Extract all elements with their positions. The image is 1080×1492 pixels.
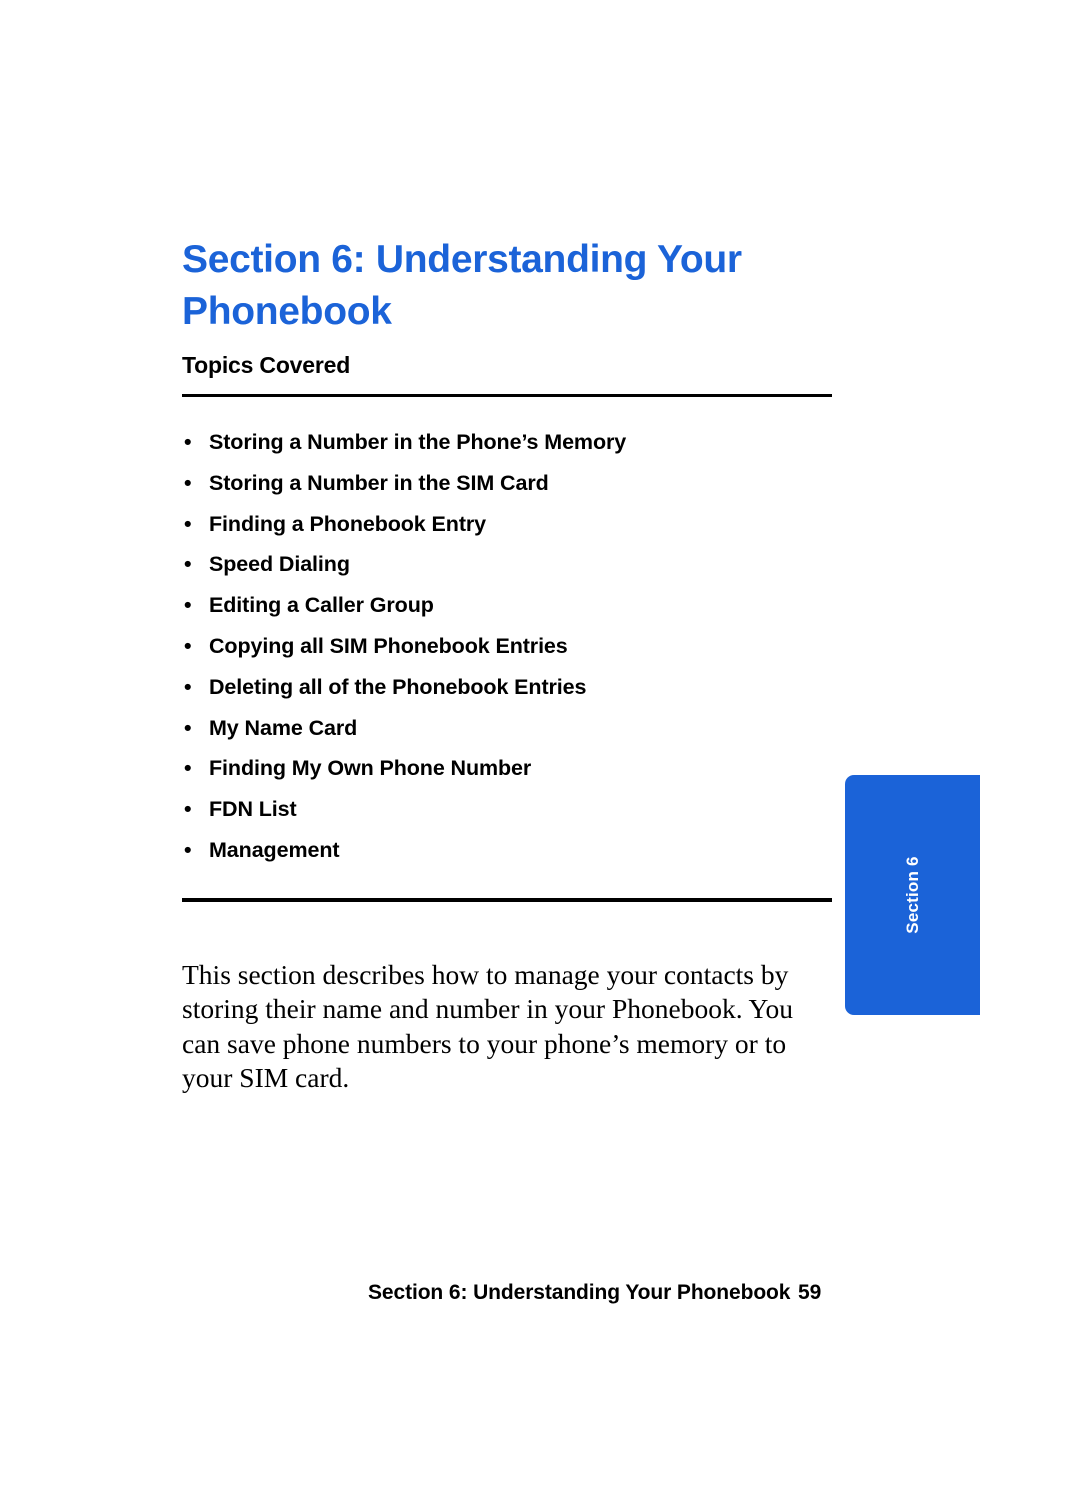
list-item: • Finding My Own Phone Number <box>182 748 842 789</box>
bullet-icon: • <box>184 552 192 577</box>
list-item: • Storing a Number in the SIM Card <box>182 463 842 504</box>
page-title: Section 6: Understanding Your Phonebook <box>182 234 842 338</box>
list-item: • My Name Card <box>182 708 842 749</box>
list-item-label: Finding My Own Phone Number <box>209 756 532 781</box>
footer-page-number: 59 <box>798 1281 822 1304</box>
list-item: • Storing a Number in the Phone’s Memory <box>182 422 842 463</box>
bullet-icon: • <box>184 511 192 536</box>
list-item: • FDN List <box>182 789 842 830</box>
section-thumb-tab: Section 6 <box>845 775 980 1015</box>
bullet-icon: • <box>184 715 192 740</box>
list-item-label: Copying all SIM Phonebook Entries <box>209 633 568 658</box>
bullet-icon: • <box>184 593 192 618</box>
list-item: • Management <box>182 830 842 871</box>
list-item-label: Editing a Caller Group <box>209 593 434 618</box>
divider-bottom <box>182 898 832 902</box>
list-item-label: FDN List <box>209 797 297 822</box>
list-item: • Finding a Phonebook Entry <box>182 504 842 545</box>
page-title-line-2: Phonebook <box>182 290 392 334</box>
bullet-icon: • <box>184 633 192 658</box>
list-item-label: Storing a Number in the SIM Card <box>209 470 549 495</box>
footer-title: Section 6: Understanding Your Phonebook <box>368 1281 791 1304</box>
list-item: • Speed Dialing <box>182 544 842 585</box>
list-item: • Deleting all of the Phonebook Entries <box>182 667 842 708</box>
divider-top <box>182 394 832 397</box>
bullet-icon: • <box>184 756 192 781</box>
bullet-icon: • <box>184 430 192 454</box>
list-item: • Editing a Caller Group <box>182 585 842 626</box>
list-item-label: My Name Card <box>209 715 358 740</box>
bullet-icon: • <box>184 797 192 822</box>
topics-covered-heading: Topics Covered <box>182 352 351 378</box>
intro-paragraph: This section describes how to manage you… <box>182 958 794 1094</box>
section-tab-label: Section 6 <box>902 856 922 934</box>
bullet-icon: • <box>184 674 192 699</box>
list-item-label: Deleting all of the Phonebook Entries <box>209 674 587 699</box>
list-item-label: Storing a Number in the Phone’s Memory <box>209 430 627 454</box>
document-page: Section 6: Understanding Your Phonebook … <box>0 0 1080 1492</box>
list-item-label: Finding a Phonebook Entry <box>209 511 487 536</box>
bullet-icon: • <box>184 470 192 495</box>
list-item-label: Speed Dialing <box>209 552 350 577</box>
topics-list: • Storing a Number in the Phone’s Memory … <box>182 422 842 871</box>
page-title-line-1: Section 6: Understanding Your <box>182 238 742 282</box>
list-item: • Copying all SIM Phonebook Entries <box>182 626 842 667</box>
bullet-icon: • <box>184 837 192 862</box>
page-footer: Section 6: Understanding Your Phonebook … <box>182 1281 832 1309</box>
list-item-label: Management <box>209 837 340 862</box>
